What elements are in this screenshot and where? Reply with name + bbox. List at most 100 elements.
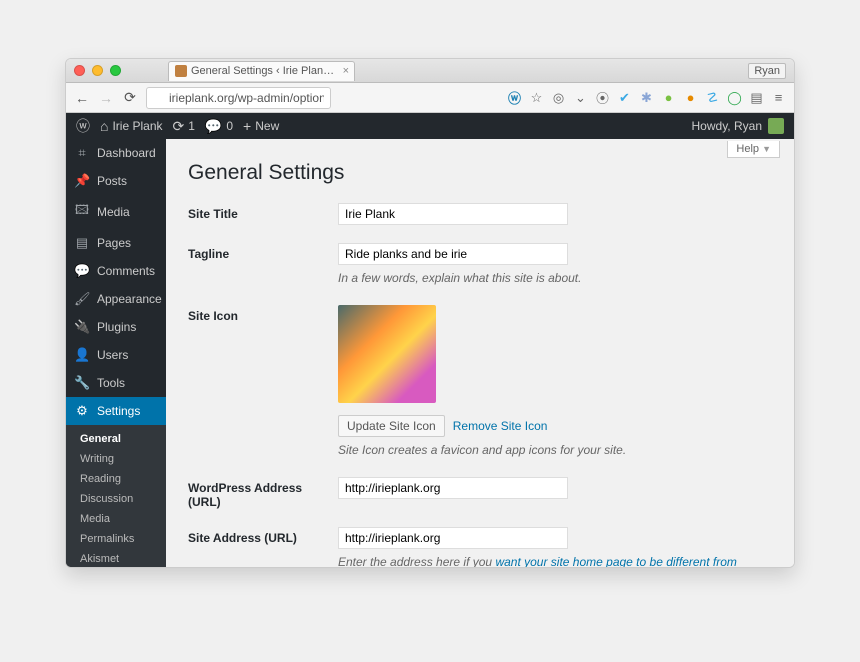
site-icon-description: Site Icon creates a favicon and app icon… <box>338 441 738 459</box>
wifi-icon[interactable]: ⦿ <box>595 90 610 105</box>
submenu-media[interactable]: Media <box>66 509 166 529</box>
sidebar-label: Dashboard <box>97 146 156 160</box>
orange-dot-icon[interactable]: ● <box>683 90 698 105</box>
sidebar-item-users[interactable]: 👤 Users <box>66 341 166 369</box>
circle-ext-icon[interactable]: ◎ <box>551 90 566 105</box>
sidebar-item-comments[interactable]: 💬 Comments <box>66 257 166 285</box>
user-avatar-icon[interactable] <box>768 118 784 134</box>
wordpress-ext-icon[interactable]: ⓦ <box>507 90 522 105</box>
chevron-down-icon: ▼ <box>762 144 771 154</box>
dashboard-icon: ⌗ <box>74 145 90 161</box>
sidebar-item-appearance[interactable]: 🖌Appearance <box>66 285 166 313</box>
home-icon: ⌂ <box>100 118 108 134</box>
updates-icon: ⟳ <box>173 118 185 135</box>
submenu-reading[interactable]: Reading <box>66 469 166 489</box>
settings-submenu: General Writing Reading Discussion Media… <box>66 425 166 567</box>
sidebar-label: Comments <box>97 264 155 278</box>
globe-icon[interactable]: ✱ <box>639 90 654 105</box>
submenu-discussion[interactable]: Discussion <box>66 489 166 509</box>
wrench-icon: 🔧 <box>74 375 90 391</box>
site-address-desc-pre: Enter the address here if you <box>338 555 495 567</box>
sidebar-item-tools[interactable]: 🔧Tools <box>66 369 166 397</box>
tagline-input[interactable] <box>338 243 568 265</box>
sidebar-label: Pages <box>97 236 131 250</box>
site-name-menu[interactable]: ⌂ Irie Plank <box>100 118 163 134</box>
update-site-icon-button[interactable]: Update Site Icon <box>338 415 445 437</box>
site-icon-preview <box>338 305 436 403</box>
submenu-akismet[interactable]: Akismet <box>66 549 166 567</box>
wp-admin: ⓦ ⌂ Irie Plank ⟳1 💬0 +New Howdy, Ryan ⌗ Da… <box>66 113 794 567</box>
green-dot-icon[interactable]: ● <box>661 90 676 105</box>
updates-menu[interactable]: ⟳1 <box>173 118 195 135</box>
close-tab-icon[interactable]: × <box>343 65 349 77</box>
sidebar-item-media[interactable]: 🖾 Media <box>66 195 166 229</box>
page-icon: ▤ <box>74 235 90 251</box>
forward-button[interactable]: → <box>98 90 114 106</box>
traffic-light-zoom[interactable] <box>110 65 121 76</box>
browser-tab[interactable]: General Settings ‹ Irie Plan… × <box>168 61 355 81</box>
traffic-light-close[interactable] <box>74 65 85 76</box>
sidebar-item-settings[interactable]: ⚙ Settings <box>66 397 166 425</box>
content-area: Help ▼ General Settings Site Title Tagli… <box>166 139 794 567</box>
mac-titlebar: General Settings ‹ Irie Plan… × Ryan <box>66 59 794 83</box>
label-site-icon: Site Icon <box>188 305 338 459</box>
sidebar-item-plugins[interactable]: 🔌 Plugins <box>66 313 166 341</box>
plus-icon: + <box>243 118 251 134</box>
sidebar-item-posts[interactable]: 📌 Posts <box>66 167 166 195</box>
green-ring-icon[interactable]: ◯ <box>727 90 742 105</box>
wp-admin-bar: ⓦ ⌂ Irie Plank ⟳1 💬0 +New Howdy, Ryan <box>66 113 794 139</box>
tab-title: General Settings ‹ Irie Plan… <box>191 65 334 77</box>
site-name-label: Irie Plank <box>112 119 162 133</box>
tagline-description: In a few words, explain what this site i… <box>338 269 738 287</box>
chrome-menu-icon[interactable]: ≡ <box>771 90 786 105</box>
wp-address-input[interactable] <box>338 477 568 499</box>
browser-toolbar: ← → ⟳ ⓦ ☆ ◎ ⌄ ⦿ ✔ ✱ ● ● ☡ ◯ ▤ ≡ <box>66 83 794 113</box>
star-icon[interactable]: ☆ <box>529 90 544 105</box>
site-title-input[interactable] <box>338 203 568 225</box>
pin-icon: 📌 <box>74 173 90 189</box>
submenu-writing[interactable]: Writing <box>66 449 166 469</box>
sidebar-label: Posts <box>97 174 127 188</box>
sidebar-label: Appearance <box>97 292 162 306</box>
howdy-label[interactable]: Howdy, Ryan <box>692 119 762 133</box>
traffic-light-minimize[interactable] <box>92 65 103 76</box>
label-site-address: Site Address (URL) <box>188 527 338 567</box>
label-site-title: Site Title <box>188 203 338 225</box>
favicon-icon <box>175 65 187 77</box>
person-ext-icon[interactable]: ☡ <box>705 90 720 105</box>
comments-menu[interactable]: 💬0 <box>205 118 233 135</box>
site-address-input[interactable] <box>338 527 568 549</box>
comment-bubble-icon: 💬 <box>205 118 222 135</box>
site-address-description: Enter the address here if you want your … <box>338 553 738 567</box>
updates-count: 1 <box>188 119 195 133</box>
clip-icon[interactable]: ▤ <box>749 90 764 105</box>
sidebar-label: Plugins <box>97 320 136 334</box>
label-wp-address: WordPress Address (URL) <box>188 477 338 509</box>
reload-button[interactable]: ⟳ <box>122 89 138 106</box>
checkmark-ext-icon[interactable]: ✔ <box>617 90 632 105</box>
wp-logo-menu[interactable]: ⓦ <box>76 116 90 136</box>
wordpress-logo-icon: ⓦ <box>76 116 90 136</box>
back-button[interactable]: ← <box>74 90 90 106</box>
media-icon: 🖾 <box>74 201 90 223</box>
plug-icon: 🔌 <box>74 319 90 335</box>
submenu-permalinks[interactable]: Permalinks <box>66 529 166 549</box>
sliders-icon: ⚙ <box>74 403 90 419</box>
admin-sidebar: ⌗ Dashboard 📌 Posts 🖾 Media ▤ Pages 💬 Comment… <box>66 139 166 567</box>
sidebar-label: Users <box>97 348 128 362</box>
help-tab[interactable]: Help ▼ <box>727 141 780 158</box>
url-input[interactable] <box>146 87 331 109</box>
label-tagline: Tagline <box>188 243 338 287</box>
new-content-menu[interactable]: +New <box>243 118 279 134</box>
user-icon: 👤 <box>74 347 90 363</box>
sidebar-item-dashboard[interactable]: ⌗ Dashboard <box>66 139 166 167</box>
sidebar-item-pages[interactable]: ▤ Pages <box>66 229 166 257</box>
submenu-general[interactable]: General <box>66 429 166 449</box>
comment-icon: 💬 <box>74 263 90 279</box>
url-bar-wrap <box>146 87 499 109</box>
remove-site-icon-link[interactable]: Remove Site Icon <box>453 419 548 433</box>
browser-profile-badge[interactable]: Ryan <box>748 63 786 79</box>
sidebar-label: Settings <box>97 404 140 418</box>
pocket-icon[interactable]: ⌄ <box>573 90 588 105</box>
sidebar-label: Media <box>97 205 130 219</box>
